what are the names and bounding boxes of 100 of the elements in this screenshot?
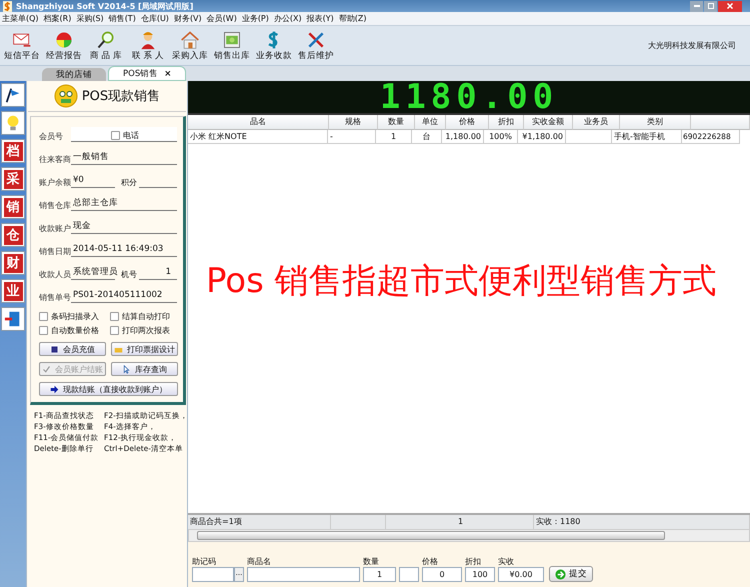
column-header[interactable]: 业务员 (573, 115, 620, 130)
card-icon (50, 344, 59, 354)
column-header[interactable]: 类别 (620, 115, 691, 130)
column-header[interactable]: 规格 (329, 115, 378, 130)
input-field[interactable]: 1 (139, 265, 177, 280)
field-label: 机号 (121, 269, 137, 280)
column-header[interactable]: 品名 (188, 115, 329, 130)
arrow-icon (555, 568, 566, 580)
input-field[interactable]: 系统管理员 (71, 265, 115, 280)
field-label: 积分 (121, 177, 137, 188)
menu-item[interactable]: 业务(P) (242, 13, 269, 24)
module-button[interactable]: 业 (1, 279, 25, 303)
field-label: 折扣 (465, 556, 482, 566)
option-checkbox[interactable]: 打印两次报表 (110, 325, 177, 336)
input-field[interactable]: ¥0.00 (498, 567, 544, 582)
toolbar-button[interactable]: 经营报告 (46, 30, 82, 62)
field-label: 收款账户 (39, 223, 69, 234)
table-cell: 1,180.00 (442, 130, 484, 144)
input-field[interactable]: ¥0 (71, 173, 115, 188)
module-button[interactable]: 财 (1, 251, 25, 275)
column-header[interactable]: 实收金额 (524, 115, 573, 130)
menu-item[interactable]: 报表(Y) (306, 13, 334, 24)
column-header[interactable]: 单位 (415, 115, 446, 130)
table-cell: - (328, 130, 376, 144)
action-button[interactable]: 会员充值 (39, 342, 106, 356)
module-button[interactable]: 档 (1, 139, 25, 163)
option-checkbox[interactable]: 条码扫描录入 (39, 311, 106, 322)
field-label: 数量 (363, 556, 380, 566)
input-field[interactable]: 现金 (71, 219, 177, 234)
column-header[interactable]: 数量 (378, 115, 415, 130)
field-label: 往来客商 (39, 154, 69, 165)
module-button[interactable]: 采 (1, 167, 25, 191)
magnifier-icon (96, 30, 116, 50)
input-field[interactable] (192, 567, 234, 582)
menu-item[interactable]: 会员(W) (206, 13, 237, 24)
action-button[interactable]: 现款结账（直接收款到账户） (39, 382, 178, 396)
input-field[interactable]: 0 (422, 567, 462, 582)
table-cell (566, 130, 612, 144)
panel-title: POS现款销售 (82, 88, 160, 105)
window-title: Shangzhiyou Soft V2014-5 [局域网试用版] (16, 0, 194, 12)
menu-item[interactable]: 财务(V) (174, 13, 202, 24)
option-checkbox[interactable]: 结算自动打印 (110, 311, 177, 322)
field-label: 销售仓库 (39, 200, 69, 211)
field-label: 实收 (498, 556, 515, 566)
minimize-button[interactable] (690, 0, 703, 12)
menu-item[interactable]: 办公(X) (274, 13, 302, 24)
company-name: 大光明科技发展有限公司 (648, 40, 736, 51)
dollar-icon (3, 0, 12, 12)
exit-door-icon[interactable] (1, 307, 25, 331)
input-field[interactable]: 一般销售 (71, 150, 177, 165)
phone-checkbox[interactable]: 电话 (111, 130, 139, 141)
arrow-icon (50, 384, 59, 394)
maximize-button[interactable] (704, 0, 717, 12)
column-header[interactable]: 价格 (446, 115, 489, 130)
table-cell: 小米 红米NOTE (188, 130, 328, 144)
input-field[interactable]: 100 (465, 567, 495, 582)
menu-item[interactable]: 销售(T) (108, 13, 136, 24)
toolbar-button[interactable]: 销售出库 (214, 30, 250, 62)
menu-item[interactable]: 采购(S) (76, 13, 104, 24)
module-button[interactable]: 销 (1, 195, 25, 219)
input-field[interactable]: 1 (363, 567, 396, 582)
tab[interactable]: POS销售 × (108, 66, 186, 81)
action-button[interactable]: 打印票据设计 (111, 342, 178, 356)
toolbar-button[interactable]: 商 品 库 (88, 30, 124, 62)
menu-item[interactable]: 帮助(Z) (338, 13, 366, 24)
field-label: 价格 (422, 556, 439, 566)
submit-button[interactable]: 提交 (549, 566, 593, 582)
input-field[interactable]: 电话 (71, 127, 177, 142)
field-label: 会员号 (39, 131, 64, 142)
module-button[interactable]: 仓 (1, 223, 25, 247)
menu-item[interactable]: 档案(R) (44, 13, 72, 24)
maximize-icon (708, 3, 714, 9)
input-field[interactable]: 总部主仓库 (71, 196, 177, 211)
cursor-icon (122, 364, 131, 374)
column-header[interactable]: 折扣 (489, 115, 524, 130)
money-face-icon (54, 84, 78, 108)
toolbar-button[interactable]: 采购入库 (172, 30, 208, 62)
toolbar-button[interactable]: 联 系 人 (130, 30, 166, 62)
close-button[interactable] (718, 0, 742, 12)
toolbar-button[interactable]: 售后维护 (298, 30, 334, 62)
input-field[interactable]: PS01-201405111002 (71, 288, 177, 303)
close-tab-button[interactable]: × (164, 68, 172, 78)
table-cell: 手机-智能手机 (612, 130, 682, 144)
input-field[interactable]: 2014-05-11 16:49:03 (71, 242, 177, 257)
close-icon (727, 3, 733, 9)
option-checkbox[interactable]: 自动数量价格 (39, 325, 106, 336)
toolbar-button[interactable]: 业务收款 (256, 30, 292, 62)
menu-item[interactable]: 仓库(U) (140, 13, 169, 24)
pie-chart-icon (54, 30, 74, 50)
flag-icon[interactable] (1, 83, 25, 107)
toolbar-button[interactable]: 短信平台 (4, 30, 40, 62)
input-field[interactable] (399, 567, 419, 582)
led-display: 1180.00 (188, 81, 750, 115)
field-label: 助记码 (192, 556, 217, 566)
horizontal-scrollbar[interactable] (188, 529, 750, 542)
input-field[interactable] (247, 567, 360, 582)
tab[interactable]: 我的店铺 (42, 68, 106, 81)
menu-item[interactable]: 主菜单(Q) (2, 13, 39, 24)
field-label: 账户余额 (39, 177, 69, 188)
action-button[interactable]: 库存查询 (111, 362, 178, 376)
